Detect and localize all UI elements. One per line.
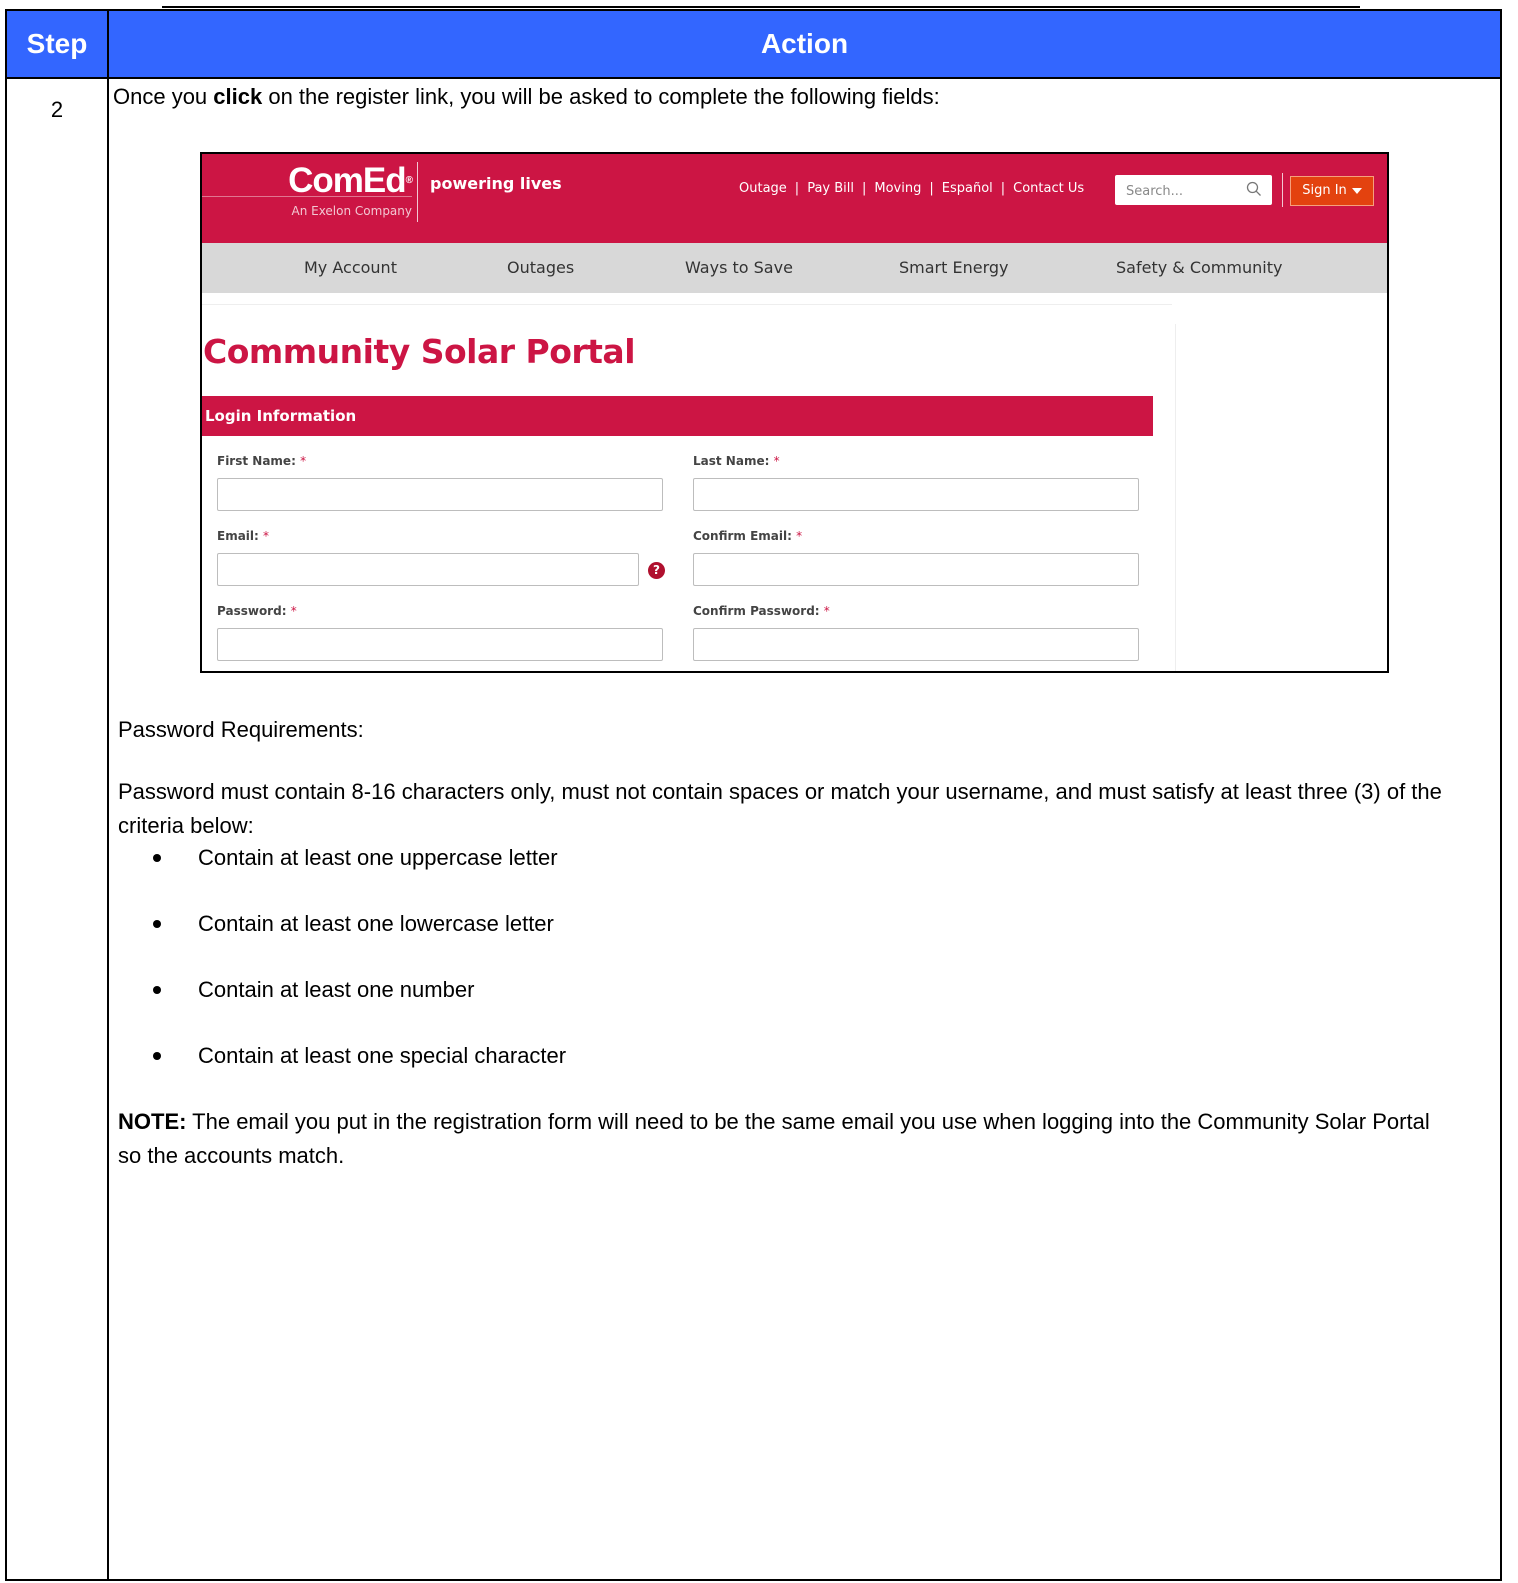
search-input[interactable]	[1115, 175, 1258, 207]
site-header: ComEd® An Exelon Company powering lives …	[202, 154, 1387, 243]
requirements-paragraph: Password must contain 8-16 characters on…	[118, 779, 1442, 838]
comed-logo[interactable]: ComEd® An Exelon Company	[262, 161, 413, 219]
password-label-text: Password:	[217, 604, 287, 618]
tagline: powering lives	[430, 174, 562, 193]
separator: |	[1000, 181, 1006, 196]
note-body: The email you put in the registration fo…	[118, 1109, 1430, 1168]
confirm-email-field[interactable]	[693, 553, 1139, 586]
step-number: 2	[50, 97, 64, 122]
utility-link-contact-us[interactable]: Contact Us	[1009, 181, 1088, 196]
note-label: NOTE:	[118, 1109, 187, 1134]
utility-link-pay-bill[interactable]: Pay Bill	[803, 181, 858, 196]
last-name-label: Last Name: *	[693, 454, 780, 468]
note-text: NOTE: The email you put in the registrat…	[118, 1105, 1448, 1173]
separator: |	[929, 181, 934, 196]
intro-after: on the register link, you will be asked …	[262, 84, 940, 109]
password-field[interactable]	[217, 628, 663, 661]
last-name-label-text: Last Name:	[693, 454, 770, 468]
required-mark: *	[263, 529, 270, 543]
logo-text: ComEd®	[288, 161, 413, 200]
nav-smart-energy[interactable]: Smart Energy	[899, 243, 1009, 293]
nav-outages[interactable]: Outages	[507, 243, 574, 293]
sidebar-rule	[1175, 324, 1176, 671]
confirm-password-label-text: Confirm Password:	[693, 604, 820, 618]
utility-nav: Outage | Pay Bill | Moving | Español | C…	[735, 181, 1088, 196]
help-icon[interactable]: ?	[648, 562, 665, 579]
required-mark: *	[773, 454, 780, 468]
last-name-field[interactable]	[693, 478, 1139, 511]
email-label-text: Email:	[217, 529, 259, 543]
bullet-icon	[153, 1052, 161, 1060]
main-nav: My Account Outages Ways to Save Smart En…	[202, 243, 1387, 293]
logo-wordmark: ComEd	[288, 161, 406, 200]
requirements-heading: Password Requirements:	[118, 717, 364, 742]
utility-link-espanol[interactable]: Español	[938, 181, 997, 196]
section-header-login: Login Information	[202, 396, 1153, 436]
sign-in-button[interactable]: Sign In	[1290, 176, 1374, 206]
column-divider	[107, 11, 109, 1579]
criteria-item: Contain at least one uppercase letter	[198, 845, 558, 870]
separator: |	[794, 181, 800, 196]
table-header-row: Step Action	[7, 11, 1500, 79]
header-action: Action	[760, 28, 849, 59]
search-icon[interactable]	[1246, 181, 1262, 197]
caret-down-icon	[1351, 187, 1362, 194]
first-name-label-text: First Name:	[217, 454, 296, 468]
first-name-label: First Name: *	[217, 454, 306, 468]
content-rule	[202, 304, 1172, 305]
criteria-item: Contain at least one number	[198, 977, 475, 1002]
intro-bold: click	[213, 84, 263, 109]
nav-my-account[interactable]: My Account	[304, 243, 397, 293]
required-mark: *	[300, 454, 307, 468]
separator: |	[862, 181, 867, 196]
utility-link-outage[interactable]: Outage	[735, 181, 791, 196]
bullet-icon	[153, 986, 161, 994]
confirm-email-label: Confirm Email: *	[693, 529, 802, 543]
search-box	[1115, 175, 1272, 207]
header-step: Step	[26, 28, 88, 59]
logo-subtitle: An Exelon Company	[291, 204, 412, 218]
header-divider	[1282, 173, 1283, 207]
confirm-password-field[interactable]	[693, 628, 1139, 661]
required-mark: *	[796, 529, 803, 543]
nav-ways-to-save[interactable]: Ways to Save	[685, 243, 793, 293]
top-rule	[162, 6, 1360, 8]
criteria-item: Contain at least one special character	[198, 1043, 567, 1068]
sign-in-label: Sign In	[1302, 183, 1347, 198]
criteria-item: Contain at least one lowercase letter	[198, 911, 554, 936]
intro-text: Once you click on the register link, you…	[113, 84, 940, 110]
first-name-field[interactable]	[217, 478, 663, 511]
nav-safety-community[interactable]: Safety & Community	[1116, 243, 1282, 293]
bullet-icon	[153, 920, 161, 928]
password-label: Password: *	[217, 604, 297, 618]
required-mark: *	[290, 604, 297, 618]
required-mark: *	[823, 604, 830, 618]
logo-divider	[417, 162, 418, 222]
registration-screenshot: ComEd® An Exelon Company powering lives …	[200, 152, 1389, 673]
intro-before: Once you	[113, 84, 214, 109]
email-field[interactable]	[217, 553, 639, 586]
page-title: Community Solar Portal	[203, 332, 636, 371]
utility-link-moving[interactable]: Moving	[870, 181, 925, 196]
confirm-email-label-text: Confirm Email:	[693, 529, 792, 543]
confirm-password-label: Confirm Password: *	[693, 604, 830, 618]
email-label: Email: *	[217, 529, 269, 543]
bullet-icon	[153, 854, 161, 862]
